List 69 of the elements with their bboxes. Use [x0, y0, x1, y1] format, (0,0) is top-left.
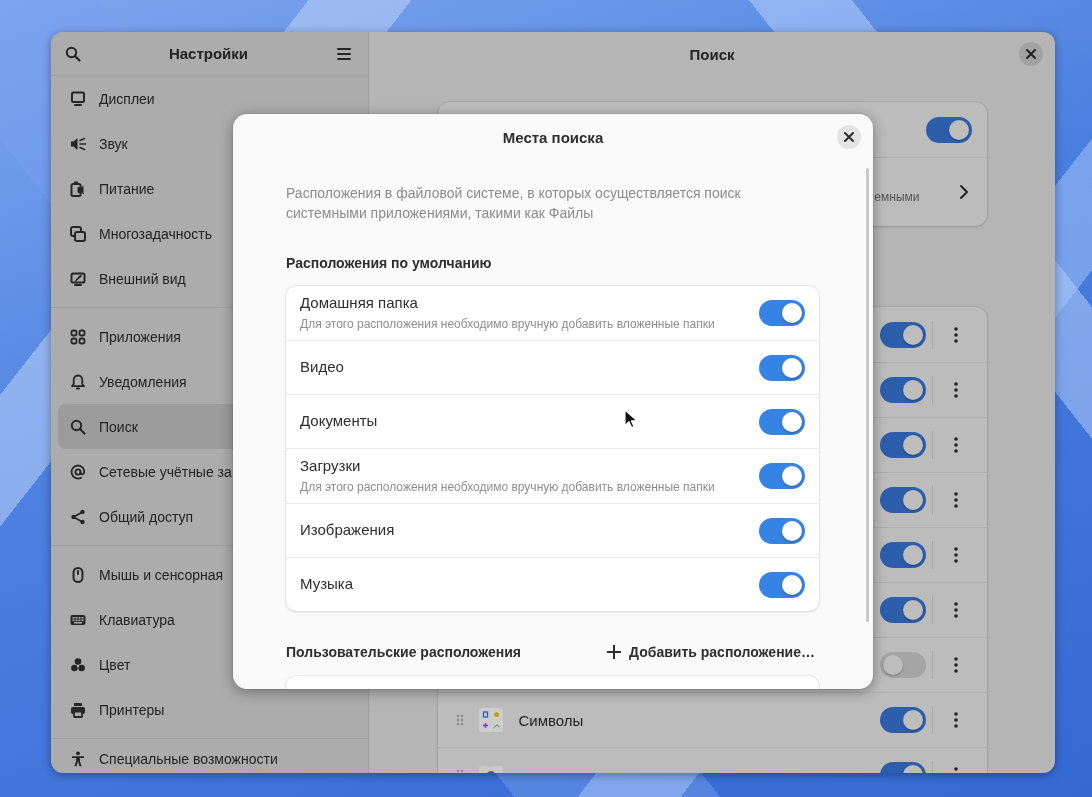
sidebar-item[interactable]: Звук: [58, 121, 361, 166]
sidebar-item[interactable]: Принтеры: [58, 687, 361, 732]
monitor-brush-icon: [70, 270, 86, 287]
menu-dots-icon[interactable]: [953, 712, 958, 728]
toggle-switch[interactable]: [879, 432, 926, 458]
app-grid-icon: [70, 328, 86, 345]
close-button[interactable]: [837, 125, 861, 149]
dialog-title: Места поиска: [502, 128, 604, 146]
toggle-switch[interactable]: [879, 542, 926, 568]
menu-icon[interactable]: [336, 45, 352, 62]
toggle-switch[interactable]: [879, 652, 926, 678]
close-icon: [1025, 48, 1037, 60]
search-icon: [70, 418, 86, 435]
mouse-icon: [70, 566, 86, 583]
sidebar-item[interactable]: Дисплеи: [58, 76, 361, 121]
toggle-switch[interactable]: [925, 116, 972, 143]
search-icon[interactable]: [65, 45, 81, 62]
toggle-switch[interactable]: [879, 487, 926, 513]
toggle-switch[interactable]: [879, 597, 926, 623]
location-name: Видео: [300, 357, 344, 377]
drag-handle-icon[interactable]: [455, 714, 464, 726]
toggle-switch[interactable]: [759, 354, 805, 381]
sidebar-item[interactable]: Специальные возможности: [58, 745, 361, 773]
toggle-switch[interactable]: [759, 300, 805, 326]
at-sign-icon: [70, 463, 86, 480]
location-name: Загрузки: [300, 456, 361, 476]
menu-dots-icon[interactable]: [953, 492, 958, 508]
toggle-switch[interactable]: [879, 321, 926, 348]
close-button[interactable]: [1019, 42, 1043, 66]
toggle-switch[interactable]: [879, 707, 926, 733]
sidebar-title: Настройки: [167, 45, 250, 62]
share-icon: [70, 508, 86, 525]
close-icon: [843, 131, 855, 143]
row-subtitle: емными: [874, 189, 920, 204]
location-note: Для этого расположения необходимо вручную добавить вложенные папки: [300, 479, 715, 495]
toggle-switch[interactable]: [759, 571, 805, 598]
location-note: Для этого расположения необходимо вручную добавить вложенные папки: [300, 316, 715, 332]
menu-dots-icon[interactable]: [953, 602, 958, 618]
mouse-pointer-icon: [624, 409, 638, 429]
toggle-switch[interactable]: [759, 408, 805, 435]
speaker-icon: [70, 135, 86, 152]
display-icon: [70, 90, 86, 107]
bell-icon: [70, 373, 86, 390]
location-name: Изображения: [300, 520, 395, 540]
menu-dots-icon[interactable]: [953, 437, 958, 453]
add-location-button[interactable]: Добавить расположение…: [601, 635, 821, 669]
toggle-switch[interactable]: [879, 377, 926, 403]
battery-icon: [70, 180, 86, 197]
menu-dots-icon[interactable]: [953, 547, 958, 563]
toggle-switch[interactable]: [759, 463, 805, 489]
plus-icon: [607, 645, 622, 659]
app-name: Символы: [518, 711, 584, 729]
menu-dots-icon[interactable]: [953, 326, 958, 343]
circles-icon: [70, 656, 86, 673]
person-icon: [70, 751, 86, 767]
printer-icon: [70, 701, 86, 718]
symbols-tile-icon: [477, 707, 504, 733]
section-heading: Пользовательские расположения: [286, 643, 521, 662]
section-heading: Расположения по умолчанию: [286, 254, 493, 273]
menu-dots-icon[interactable]: [953, 382, 958, 398]
toggle-switch[interactable]: [759, 517, 805, 544]
scrollbar[interactable]: [866, 168, 869, 622]
location-name: Музыка: [300, 574, 354, 594]
overlapping-squares-icon: [70, 225, 86, 242]
page-title: Поиск: [689, 45, 735, 63]
sidebar-item[interactable]: Клавиатура: [58, 597, 361, 642]
location-name: Домашняя папка: [300, 293, 418, 313]
menu-dots-icon[interactable]: [953, 657, 958, 673]
dialog-description: Расположения в файловой системе, в которых осуществляется поиск системными приложениями, такими как Файлы: [286, 184, 742, 223]
